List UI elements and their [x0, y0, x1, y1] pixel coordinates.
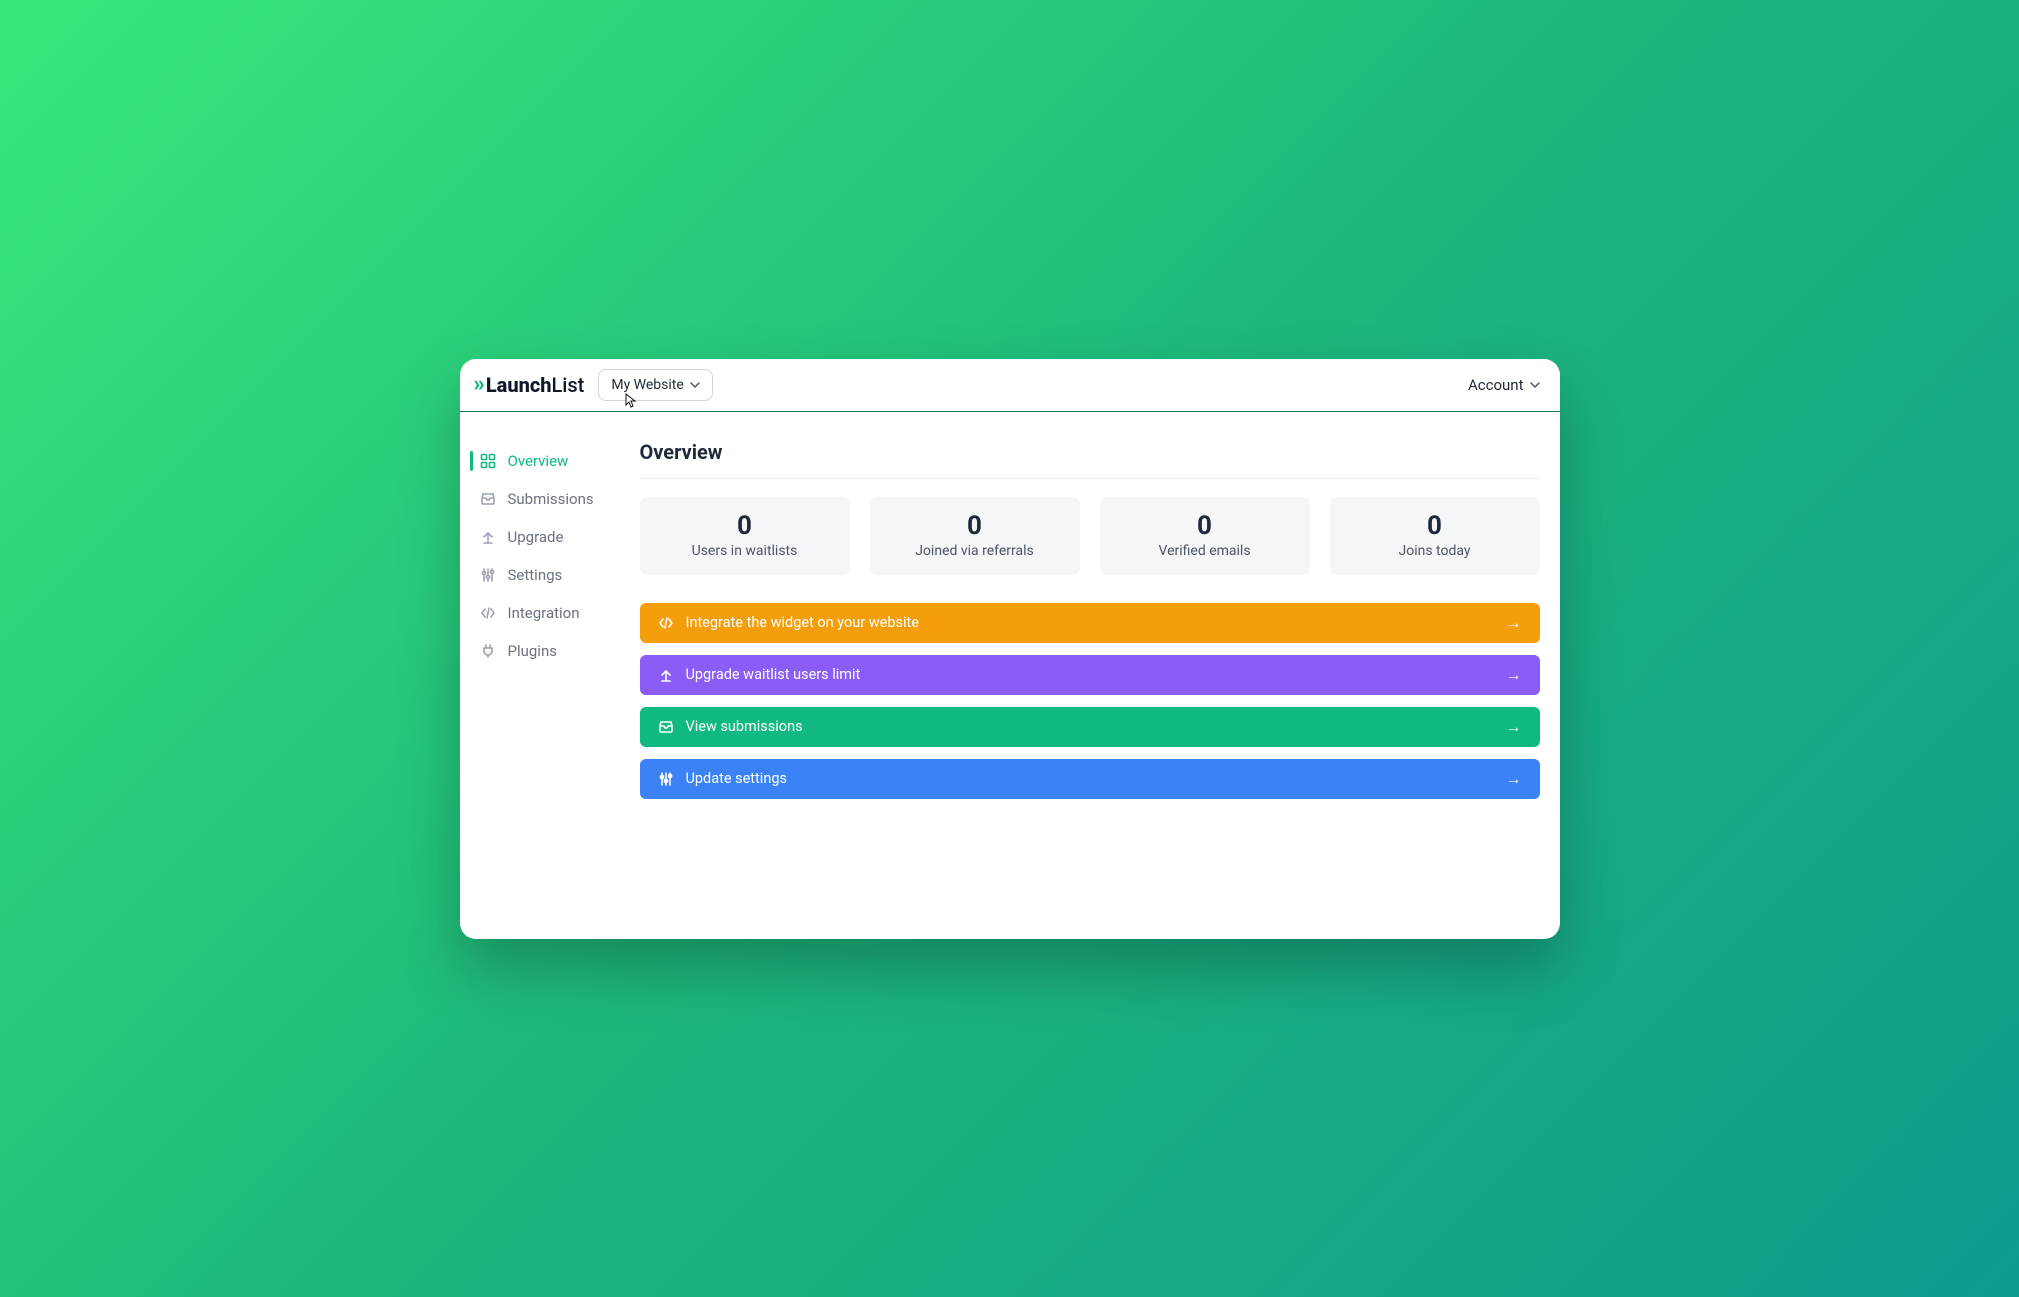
stat-value: 0 [650, 511, 840, 541]
sidebar-item-label: Integration [508, 604, 580, 622]
action-button[interactable]: Update settings → [640, 759, 1540, 799]
site-selector[interactable]: My Website [598, 369, 712, 401]
stat-value: 0 [880, 511, 1070, 541]
sidebar-item-settings[interactable]: Settings [460, 556, 640, 594]
sidebar-item-upgrade[interactable]: Upgrade [460, 518, 640, 556]
plug-icon [480, 643, 496, 659]
code-icon [480, 605, 496, 621]
upgrade-icon [658, 667, 674, 683]
action-button[interactable]: Upgrade waitlist users limit → [640, 655, 1540, 695]
page-title: Overview [640, 440, 1540, 479]
sidebar-item-plugins[interactable]: Plugins [460, 632, 640, 670]
brand-logo[interactable]: » LaunchList [474, 372, 585, 397]
stat-label: Users in waitlists [650, 543, 840, 559]
dashboard-icon [480, 453, 496, 469]
inbox-icon [480, 491, 496, 507]
sidebar-item-overview[interactable]: Overview [460, 442, 640, 480]
site-selector-label: My Website [611, 377, 683, 393]
account-label: Account [1468, 376, 1524, 394]
action-label: View submissions [686, 718, 1494, 735]
action-label: Update settings [686, 770, 1494, 787]
main-content: Overview 0 Users in waitlists 0 Joined via … [640, 412, 1560, 939]
upgrade-icon [480, 529, 496, 545]
chevron-down-icon [690, 380, 700, 390]
sidebar-item-label: Settings [508, 566, 563, 584]
arrow-right-icon: → [1506, 665, 1522, 685]
sidebar-item-label: Upgrade [508, 528, 564, 546]
sidebar-item-integration[interactable]: Integration [460, 594, 640, 632]
action-label: Upgrade waitlist users limit [686, 666, 1494, 683]
action-label: Integrate the widget on your website [686, 614, 1494, 631]
sidebar-item-submissions[interactable]: Submissions [460, 480, 640, 518]
chevron-down-icon [1530, 380, 1540, 390]
brand-chevrons-icon: » [474, 372, 482, 397]
action-list: Integrate the widget on your website→Upg… [640, 603, 1540, 799]
stat-card: 0 Verified emails [1100, 497, 1310, 575]
account-menu[interactable]: Account [1468, 376, 1546, 394]
action-button[interactable]: Integrate the widget on your website → [640, 603, 1540, 643]
sidebar-item-label: Submissions [508, 490, 594, 508]
action-button[interactable]: View submissions → [640, 707, 1540, 747]
arrow-right-icon: → [1506, 717, 1522, 737]
brand-name-bold: Launch [486, 373, 552, 397]
stat-card: 0 Joined via referrals [870, 497, 1080, 575]
app-window: » LaunchList My Website Account Overview… [460, 359, 1560, 939]
inbox-icon [658, 719, 674, 735]
stat-card: 0 Users in waitlists [640, 497, 850, 575]
app-body: Overview Submissions Upgrade Settings Integr… [460, 412, 1560, 939]
stat-label: Verified emails [1110, 543, 1300, 559]
brand-name-light: List [551, 373, 584, 397]
arrow-right-icon: → [1506, 769, 1522, 789]
sliders-icon [480, 567, 496, 583]
stat-card: 0 Joins today [1330, 497, 1540, 575]
brand-name: LaunchList [486, 373, 585, 397]
stat-value: 0 [1340, 511, 1530, 541]
sidebar: Overview Submissions Upgrade Settings Integr… [460, 412, 640, 939]
sidebar-item-label: Overview [508, 452, 569, 470]
code-icon [658, 615, 674, 631]
stat-label: Joined via referrals [880, 543, 1070, 559]
sidebar-item-label: Plugins [508, 642, 557, 660]
stats-row: 0 Users in waitlists 0 Joined via referrals… [640, 497, 1540, 575]
arrow-right-icon: → [1506, 613, 1522, 633]
stat-label: Joins today [1340, 543, 1530, 559]
stat-value: 0 [1110, 511, 1300, 541]
topbar: » LaunchList My Website Account [460, 359, 1560, 412]
sliders-icon [658, 771, 674, 787]
